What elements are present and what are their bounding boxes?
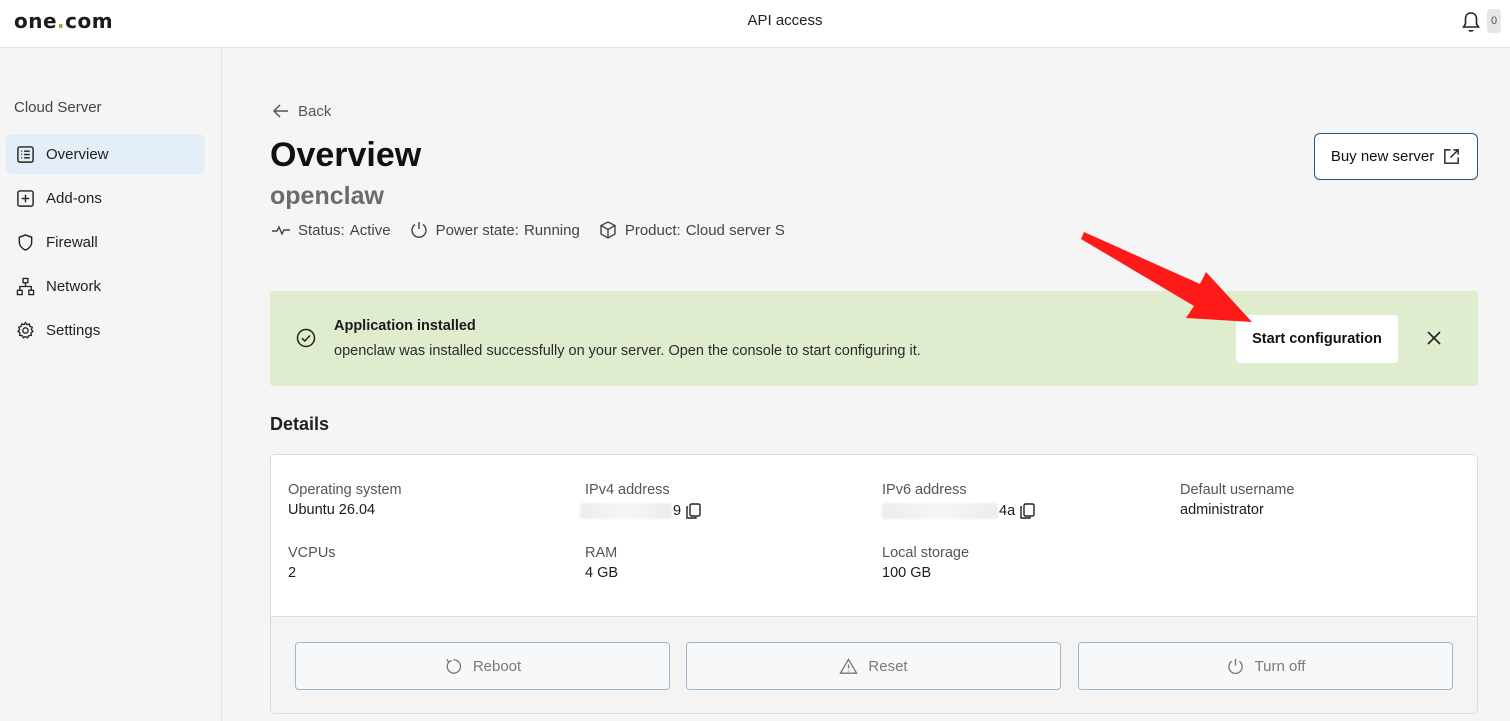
notification-count-badge: 0 [1487, 9, 1501, 33]
ipv6-visible-text: 4a [999, 503, 1016, 519]
reset-label: Reset [868, 657, 908, 675]
box-icon [600, 221, 616, 239]
os-value: Ubuntu 26.04 [288, 502, 376, 518]
activity-icon [272, 225, 290, 236]
ipv6-value: 4a [882, 502, 1036, 520]
turn-off-button[interactable]: Turn off [1078, 642, 1453, 690]
buy-new-server-label: Buy new server [1330, 148, 1435, 165]
reboot-label: Reboot [472, 657, 522, 675]
status-value: Active [349, 221, 391, 239]
sidebar-item-label: Firewall [46, 233, 98, 251]
sidebar-item-label: Network [46, 277, 102, 295]
field-label: IPv4 address [585, 482, 670, 498]
api-access-link[interactable]: API access [747, 12, 822, 29]
power-icon [1227, 658, 1243, 674]
field-label: RAM [585, 545, 618, 561]
sidebar-item-settings[interactable]: Settings [6, 310, 205, 350]
product-indicator: Product: Cloud server S [598, 220, 785, 240]
back-link[interactable]: Back [272, 102, 331, 120]
refresh-icon [446, 658, 461, 674]
copy-icon[interactable] [1018, 502, 1036, 520]
close-icon[interactable] [1424, 328, 1444, 348]
sidebar-item-firewall[interactable]: Firewall [6, 222, 205, 262]
ipv4-field: IPv4 address 9 [580, 482, 702, 520]
banner-message: openclaw was installed successfully on y… [334, 343, 921, 359]
os-field: Operating system Ubuntu 26.04 [288, 482, 402, 518]
turn-off-label: Turn off [1254, 657, 1306, 675]
field-label: Operating system [288, 482, 402, 498]
power-icon [410, 222, 427, 238]
sidebar-item-network[interactable]: Network [6, 266, 205, 306]
field-label: VCPUs [288, 545, 336, 561]
redacted-area [580, 503, 672, 519]
bell-icon[interactable] [1461, 11, 1481, 33]
sidebar-item-label: Settings [46, 321, 101, 339]
copy-icon[interactable] [684, 502, 702, 520]
ipv4-value: 9 [580, 502, 702, 520]
field-label: IPv6 address [882, 482, 967, 498]
check-circle-icon [296, 328, 316, 348]
username-value: administrator [1180, 502, 1264, 518]
product-value: Cloud server S [685, 221, 785, 239]
ram-field: RAM 4 GB [585, 545, 618, 581]
ipv6-field: IPv6 address 4a [882, 482, 1036, 520]
sidebar-item-label: Add-ons [46, 189, 102, 207]
back-label: Back [298, 102, 332, 120]
ram-value: 4 GB [585, 565, 619, 581]
sidebar-item-addons[interactable]: Add-ons [6, 178, 205, 218]
sidebar-item-label: Overview [46, 145, 109, 163]
annotation-arrow [1081, 232, 1252, 322]
server-actions: Reboot Reset Turn off [271, 616, 1477, 713]
vcpus-field: VCPUs 2 [288, 545, 336, 581]
field-label: Local storage [882, 545, 970, 561]
gear-icon [17, 321, 34, 339]
sidebar-title: Cloud Server [14, 99, 102, 116]
arrow-left-icon [272, 104, 288, 118]
status-label: Status: [298, 221, 345, 239]
storage-field: Local storage 100 GB [882, 545, 969, 581]
start-configuration-button[interactable]: Start configuration [1236, 315, 1398, 363]
warning-icon [839, 657, 859, 674]
ipv4-visible-text: 9 [673, 503, 682, 519]
details-heading: Details [270, 414, 330, 434]
power-state-value: Running [523, 221, 580, 239]
power-state-indicator: Power state: Running [409, 220, 580, 240]
power-state-label: Power state: [435, 221, 519, 239]
sidebar-item-overview[interactable]: Overview [6, 134, 205, 174]
reboot-button[interactable]: Reboot [295, 642, 670, 690]
plus-square-icon [17, 189, 34, 207]
vcpus-value: 2 [288, 565, 297, 581]
top-bar: one.com API access 0 [0, 0, 1510, 48]
list-icon [17, 145, 34, 163]
status-row: Status: Active Power state: Running Prod… [271, 220, 803, 240]
shield-icon [18, 233, 33, 251]
storage-value: 100 GB [882, 565, 932, 581]
username-field: Default username administrator [1180, 482, 1294, 518]
sidebar: Cloud Server Overview Add-ons Firewall N… [0, 49, 222, 721]
network-icon [16, 277, 35, 295]
redacted-area [882, 503, 998, 519]
page-title: Overview [270, 136, 422, 174]
banner-title: Application installed [334, 318, 476, 334]
reset-button[interactable]: Reset [686, 642, 1061, 690]
details-card: Operating system Ubuntu 26.04 IPv4 addre… [270, 454, 1478, 714]
buy-new-server-button[interactable]: Buy new server [1314, 133, 1478, 180]
server-name: openclaw [270, 182, 384, 210]
install-success-banner: Application installed openclaw was insta… [270, 291, 1478, 386]
product-label: Product: [624, 221, 681, 239]
external-link-icon [1444, 149, 1460, 164]
top-title: API access [0, 12, 1510, 29]
field-label: Default username [1180, 482, 1295, 498]
status-indicator: Status: Active [271, 220, 391, 240]
